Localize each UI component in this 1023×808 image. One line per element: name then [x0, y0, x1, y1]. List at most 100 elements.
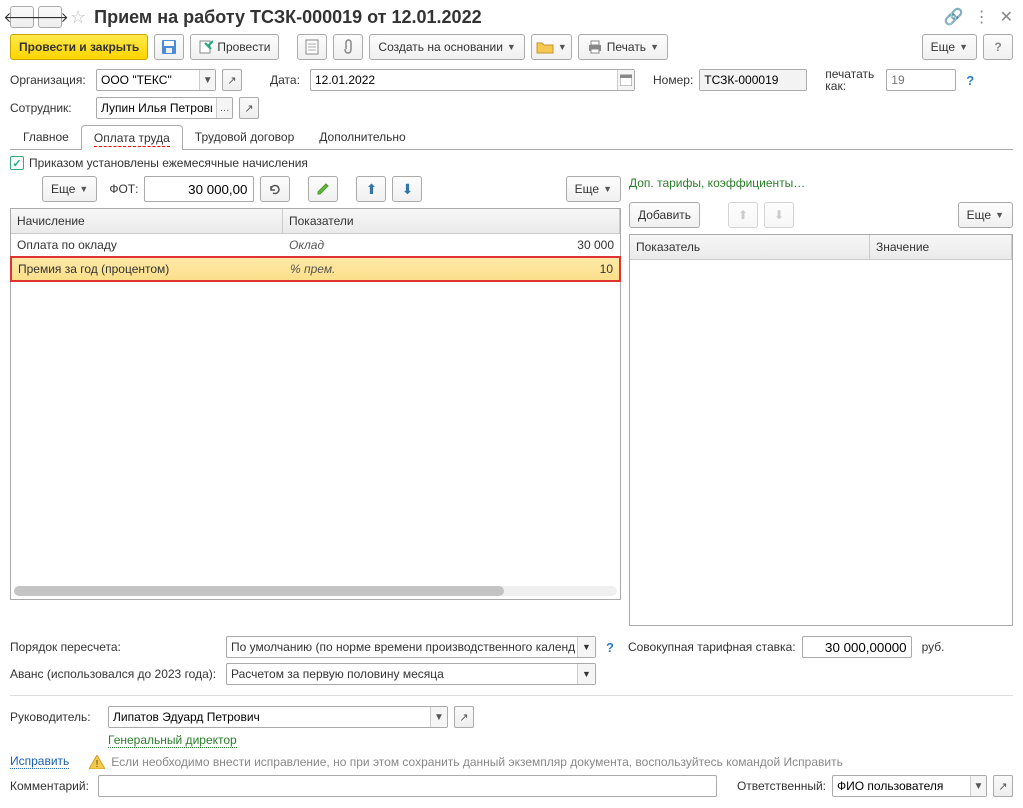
- move-down-button[interactable]: ⬇: [392, 176, 422, 202]
- calendar-icon[interactable]: [617, 70, 634, 90]
- fix-link[interactable]: Исправить: [10, 754, 69, 769]
- tab-additional[interactable]: Дополнительно: [306, 124, 418, 149]
- move-up-button[interactable]: ⬆: [356, 176, 386, 202]
- print-as-input[interactable]: [887, 70, 955, 90]
- additional-tariffs-link[interactable]: Доп. тарифы, коэффициенты…: [629, 176, 805, 190]
- print-label: Печать: [607, 40, 646, 54]
- help-icon[interactable]: ?: [602, 640, 618, 655]
- folder-dropdown-button[interactable]: ▼: [531, 34, 572, 60]
- recalc-value: По умолчанию (по норме времени производс…: [227, 640, 577, 654]
- employee-field[interactable]: …: [96, 97, 233, 119]
- help-button[interactable]: ?: [983, 34, 1013, 60]
- monthly-accrual-checkbox[interactable]: ✓: [10, 156, 24, 170]
- chevron-down-icon: ▼: [650, 42, 659, 52]
- scrollbar-thumb[interactable]: [14, 586, 504, 596]
- printer-icon: [587, 40, 603, 54]
- chevron-down-icon[interactable]: ▼: [199, 70, 215, 90]
- manager-field[interactable]: ▼: [108, 706, 448, 728]
- warning-icon: !: [89, 755, 105, 769]
- left-more-button-2[interactable]: Еще ▼: [566, 176, 621, 202]
- rate-input[interactable]: [802, 636, 912, 658]
- number-label: Номер:: [653, 73, 693, 87]
- responsible-open-button[interactable]: ↗: [993, 775, 1013, 797]
- link-icon[interactable]: 🔗: [944, 7, 964, 27]
- close-icon[interactable]: ✕: [1000, 7, 1013, 27]
- responsible-input[interactable]: [833, 776, 970, 796]
- org-input[interactable]: [97, 70, 199, 90]
- grid2-col-indicator[interactable]: Показатель: [630, 235, 870, 259]
- post-and-close-button[interactable]: Провести и закрыть: [10, 34, 148, 60]
- chevron-down-icon[interactable]: ▼: [970, 776, 986, 796]
- grid-col-accrual[interactable]: Начисление: [11, 209, 283, 233]
- cell-param: Оклад: [283, 234, 448, 256]
- document-icon: [305, 39, 319, 55]
- table-row[interactable]: Премия за год (процентом) % прем. 10: [10, 256, 621, 282]
- print-button[interactable]: Печать ▼: [578, 34, 668, 60]
- star-icon[interactable]: ☆: [70, 7, 86, 28]
- monthly-accrual-label: Приказом установлены ежемесячные начисле…: [29, 156, 308, 170]
- tab-payment[interactable]: Оплата труда: [81, 125, 183, 150]
- folder-icon: [536, 40, 554, 54]
- edit-button[interactable]: [308, 176, 338, 202]
- chevron-down-icon: ▼: [558, 42, 567, 52]
- more-button[interactable]: Еще ▼: [922, 34, 977, 60]
- tab-main[interactable]: Главное: [10, 124, 82, 149]
- left-more-button[interactable]: Еще ▼: [42, 176, 97, 202]
- refresh-icon: [268, 182, 282, 196]
- comment-label: Комментарий:: [10, 779, 92, 793]
- grid2-col-value[interactable]: Значение: [870, 235, 1012, 259]
- refresh-button[interactable]: [260, 176, 290, 202]
- chevron-down-icon: ▼: [959, 42, 968, 52]
- cell-param: % прем.: [284, 258, 449, 280]
- attachment-button[interactable]: [333, 34, 363, 60]
- svg-text:!: !: [96, 759, 99, 769]
- recalc-select[interactable]: По умолчанию (по норме времени производс…: [226, 636, 596, 658]
- print-as-field[interactable]: [886, 69, 956, 91]
- rate-label: Совокупная тарифная ставка:: [628, 640, 796, 654]
- create-based-on-button[interactable]: Создать на основании ▼: [369, 34, 524, 60]
- date-input[interactable]: [311, 70, 617, 90]
- scrollbar[interactable]: [14, 586, 617, 596]
- fot-input[interactable]: [144, 176, 254, 202]
- comment-input[interactable]: [99, 776, 716, 796]
- kebab-menu-icon[interactable]: ⋮: [974, 7, 990, 27]
- post-icon: [199, 40, 213, 54]
- manager-open-button[interactable]: ↗: [454, 706, 474, 728]
- employee-open-button[interactable]: ↗: [239, 97, 259, 119]
- chevron-down-icon: ▼: [507, 42, 516, 52]
- cell-name: Оплата по окладу: [11, 234, 283, 256]
- date-label: Дата:: [270, 73, 304, 87]
- grid-col-indicators[interactable]: Показатели: [283, 209, 620, 233]
- move-up-button: ⬆: [728, 202, 758, 228]
- chevron-down-icon[interactable]: ▼: [577, 637, 595, 657]
- org-open-button[interactable]: ↗: [222, 69, 242, 91]
- manager-input[interactable]: [109, 707, 430, 727]
- print-as-label: печатать как:: [825, 68, 880, 92]
- comment-field[interactable]: [98, 775, 717, 797]
- save-button[interactable]: [154, 34, 184, 60]
- paperclip-icon: [341, 39, 355, 55]
- advance-select[interactable]: Расчетом за первую половину месяца ▼: [226, 663, 596, 685]
- date-field[interactable]: [310, 69, 635, 91]
- help-icon[interactable]: ?: [962, 73, 978, 88]
- document-icon-button[interactable]: [297, 34, 327, 60]
- tab-contract[interactable]: Трудовой договор: [182, 124, 307, 149]
- right-more-button[interactable]: Еще ▼: [958, 202, 1013, 228]
- chevron-down-icon: ▼: [79, 184, 88, 194]
- nav-forward-button[interactable]: 🡒: [38, 6, 62, 28]
- number-input: [700, 70, 806, 90]
- responsible-field[interactable]: ▼: [832, 775, 987, 797]
- indicators-grid[interactable]: Показатель Значение: [629, 234, 1013, 626]
- ellipsis-icon[interactable]: …: [216, 98, 232, 118]
- employee-input[interactable]: [97, 98, 216, 118]
- post-button[interactable]: Провести: [190, 34, 279, 60]
- position-link[interactable]: Генеральный директор: [108, 733, 237, 748]
- org-field[interactable]: ▼: [96, 69, 216, 91]
- add-button[interactable]: Добавить: [629, 202, 700, 228]
- advance-value: Расчетом за первую половину месяца: [227, 667, 577, 681]
- move-down-button: ⬇: [764, 202, 794, 228]
- table-row[interactable]: Оплата по окладу Оклад 30 000: [11, 234, 620, 257]
- chevron-down-icon[interactable]: ▼: [430, 707, 447, 727]
- accruals-grid[interactable]: Начисление Показатели Оплата по окладу О…: [10, 208, 621, 600]
- chevron-down-icon[interactable]: ▼: [577, 664, 595, 684]
